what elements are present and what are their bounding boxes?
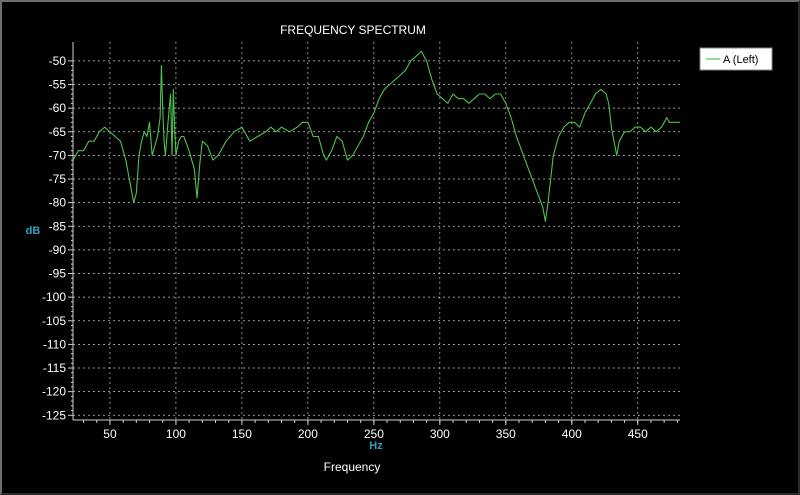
y-tick-label: -115 (43, 361, 66, 375)
y-unit-label: dB (26, 225, 41, 237)
y-tick-label: -125 (42, 408, 66, 422)
chart-title: FREQUENCY SPECTRUM (280, 23, 426, 37)
y-tick-label: -120 (42, 385, 66, 399)
y-tick-label: -105 (42, 314, 66, 328)
x-tick-label: 100 (166, 427, 186, 441)
legend: A (Left) (699, 47, 773, 71)
grid (73, 42, 680, 420)
y-tick-label: -50 (49, 54, 67, 68)
x-tick-label: 350 (496, 427, 516, 441)
y-tick-label: -95 (49, 267, 67, 281)
y-tick-label: -80 (49, 196, 67, 210)
x-axis-title: Frequency (324, 460, 381, 474)
y-tick-label: -75 (49, 172, 67, 186)
x-tick-label: 50 (103, 427, 117, 441)
tick-labels: -50 -55 -60 -65 -70 -75 -80 -85 -90 -95 -100 -105 -1… (42, 54, 648, 441)
frequency-spectrum-chart: -50 -55 -60 -65 -70 -75 -80 -85 -90 -95 -100 -105 -1… (26, 23, 773, 474)
x-tick-label: 400 (562, 427, 582, 441)
y-tick-label: -85 (49, 219, 67, 233)
y-tick-label: -60 (49, 101, 67, 115)
y-tick-label: -90 (49, 243, 67, 257)
legend-label: A (Left) (723, 54, 758, 66)
series-layer (72, 50, 680, 223)
x-tick-label: 450 (628, 427, 648, 441)
x-tick-label: 150 (232, 427, 252, 441)
y-tick-label: -70 (49, 148, 67, 162)
y-tick-label: -55 (49, 78, 67, 92)
y-tick-label: -100 (42, 290, 66, 304)
x-tick-label: 250 (364, 427, 384, 441)
x-tick-label: 200 (298, 427, 318, 441)
series-line (72, 50, 680, 223)
x-unit-label: Hz (369, 440, 383, 452)
y-tick-label: -110 (43, 337, 66, 351)
x-tick-label: 300 (430, 427, 450, 441)
y-tick-label: -65 (49, 125, 67, 139)
